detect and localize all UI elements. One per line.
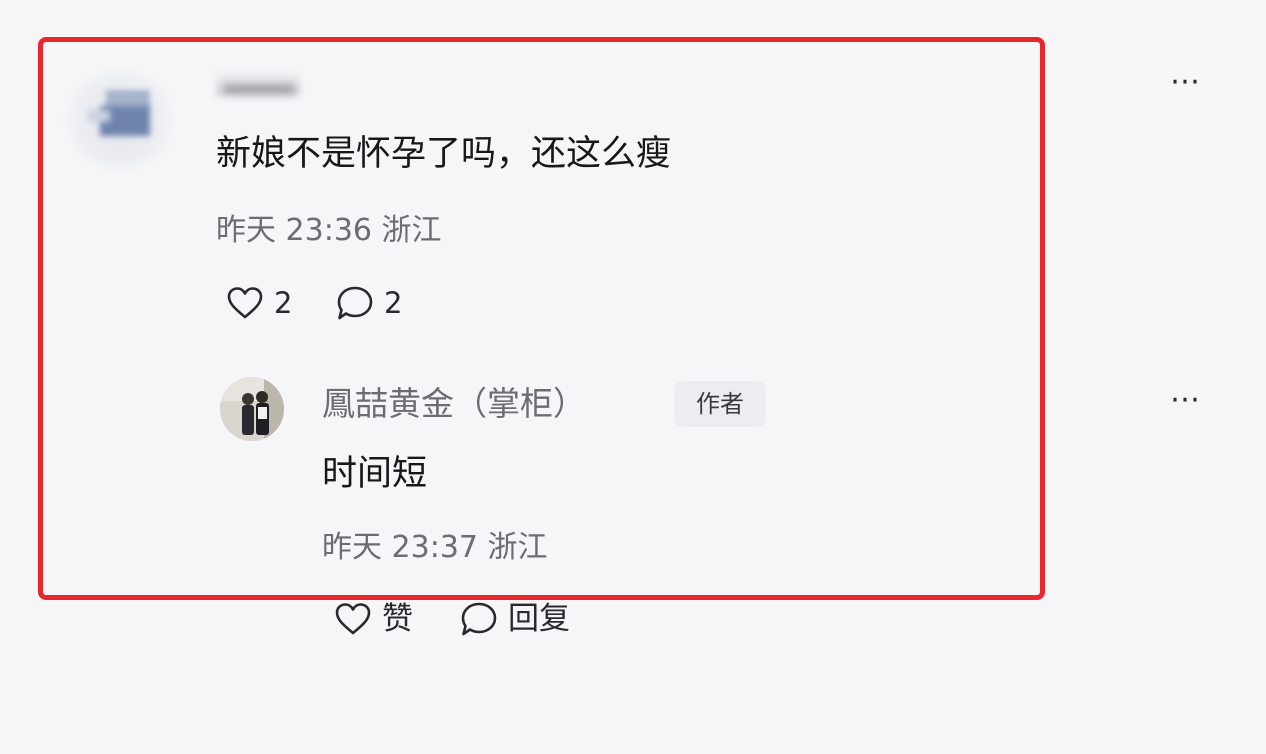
reply-location: 浙江 bbox=[487, 530, 548, 565]
author-badge: 作者 bbox=[674, 381, 766, 427]
reply-text: 时间短 bbox=[322, 454, 428, 494]
comment-reply-button[interactable]: 2 bbox=[336, 283, 402, 323]
like-label: 赞 bbox=[382, 601, 413, 637]
more-options-icon[interactable]: ⋯ bbox=[1170, 67, 1202, 97]
commenter-username-blurred[interactable] bbox=[216, 68, 300, 100]
comment-meta: 昨天 23:36 浙江 bbox=[216, 211, 442, 251]
reply-label: 回复 bbox=[508, 601, 570, 637]
reply-like-button[interactable]: 赞 bbox=[334, 599, 413, 639]
reply-meta: 昨天 23:37 浙江 bbox=[322, 528, 548, 568]
speech-bubble-icon bbox=[336, 285, 374, 321]
reply-count: 2 bbox=[384, 286, 403, 320]
like-count: 2 bbox=[274, 286, 293, 320]
heart-icon bbox=[334, 602, 372, 636]
commenter-avatar[interactable] bbox=[64, 68, 176, 172]
speech-bubble-icon bbox=[460, 601, 498, 637]
highlight-frame bbox=[38, 37, 1045, 600]
reply-more-options-icon[interactable]: ⋯ bbox=[1170, 385, 1202, 415]
comment-text: 新娘不是怀孕了吗，还这么瘦 bbox=[216, 134, 672, 174]
comment-time: 昨天 23:36 bbox=[216, 213, 372, 248]
comment-like-button[interactable]: 2 bbox=[226, 283, 292, 323]
author-username[interactable]: 鳳喆黄金（掌柜） bbox=[322, 382, 586, 426]
author-avatar[interactable] bbox=[220, 377, 284, 441]
comment-location: 浙江 bbox=[381, 213, 442, 248]
reply-reply-button[interactable]: 回复 bbox=[460, 599, 570, 639]
heart-icon bbox=[226, 286, 264, 320]
reply-time: 昨天 23:37 bbox=[322, 530, 478, 565]
